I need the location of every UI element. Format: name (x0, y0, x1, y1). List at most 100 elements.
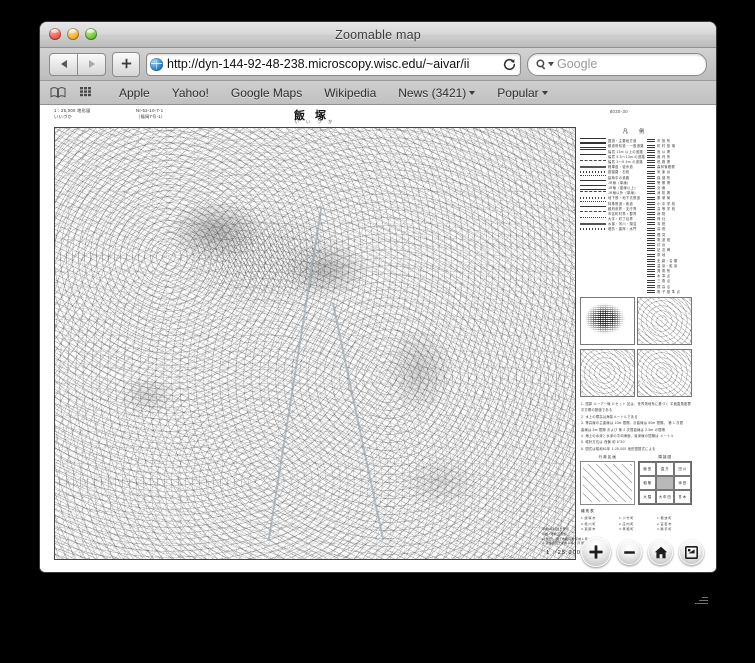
legend-symbol-icon (647, 185, 656, 190)
back-button[interactable] (49, 52, 77, 76)
bookmark-label: News (3421) (398, 85, 467, 100)
legend-row: 都府県界・支庁界 (580, 206, 645, 211)
legend-row: 大字・町丁目界 (580, 216, 645, 221)
map-sheet-header: 1 : 25,000 地形図 いいづか NI-52-10-7-1 （福岡7号-1… (48, 105, 700, 127)
legend-row: 標 高 点 (647, 284, 692, 289)
legend-symbol-icon (580, 149, 606, 153)
bookmark-label: Apple (119, 85, 150, 100)
legend-row: 庭園路・石段 (580, 170, 645, 174)
legend-symbol-icon (647, 159, 656, 164)
index-item: 2. 桂 川 町 (581, 521, 596, 526)
legend-symbol-icon (647, 258, 656, 262)
legend-symbol-icon (580, 196, 606, 200)
reload-icon[interactable] (503, 58, 516, 71)
bookmark-wikipedia[interactable]: Wikipedia (313, 86, 387, 100)
address-bar[interactable]: http://dyn-144-92-48-238.microscopy.wisc… (146, 52, 521, 76)
legend-symbol-icon (647, 170, 656, 174)
show-all-bookmarks-icon[interactable] (50, 87, 66, 98)
resize-grip[interactable] (694, 592, 708, 606)
legend-row: 税 務 署 (647, 159, 692, 164)
legend-symbol-icon (580, 154, 606, 158)
legend-row: 裁 判 所 (647, 154, 692, 159)
index-column: 1. 小 竹 町 2. 庄 内 町 3. 筑 穂 町 (619, 515, 653, 532)
forward-button[interactable] (77, 52, 106, 76)
top-sites-icon[interactable] (80, 87, 94, 98)
legend-row: 灯 台 (647, 242, 692, 247)
home-button[interactable] (648, 539, 673, 565)
index-item: 2. 庄 内 町 (619, 521, 634, 526)
search-placeholder: Google (557, 57, 598, 71)
topographic-map-sheet[interactable]: 1 : 25,000 地形図 いいづか NI-52-10-7-1 （福岡7号-1… (48, 105, 700, 560)
legend-row: 三 角 点 (647, 279, 692, 283)
zoom-button[interactable] (85, 28, 97, 40)
search-input[interactable]: Google (527, 52, 707, 76)
bookmark-google-maps[interactable]: Google Maps (220, 86, 313, 100)
legend-title: 凡 例 (622, 129, 650, 135)
fullpage-button[interactable] (679, 539, 704, 565)
legend-symbol-icon (647, 175, 656, 179)
bookmarks-bar: Apple Yahoo! Google Maps Wikipedia News … (40, 81, 716, 105)
legend-symbol-icon (580, 206, 606, 210)
map-note: 平方眼の数値である (581, 408, 613, 413)
zoom-in-button[interactable] (581, 537, 611, 567)
adjacent-title: 隣 接 図 (658, 454, 672, 459)
legend-row: 地下鉄・地下式鉄道 (580, 196, 645, 200)
map-subtitle: い い づ か (294, 119, 336, 124)
legend-row: 水 準 点 (647, 273, 692, 278)
bookmark-news[interactable]: News (3421) (387, 86, 486, 100)
legend-symbol-icon (647, 196, 656, 200)
bookmark-popular[interactable]: Popular (486, 86, 558, 100)
minus-icon (624, 550, 635, 554)
admin-title: 行 政 区 画 (598, 454, 616, 459)
legend-row: 市 役 所 (647, 139, 692, 143)
legend-symbol-icon (647, 242, 656, 247)
legend-symbol-icon (647, 227, 656, 231)
legend-symbol-icon (580, 184, 606, 190)
legend-symbol-icon (580, 211, 606, 215)
adjacent-cell: 添 田 (673, 475, 691, 490)
adjacent-sheet-grid: 飯 田直 方田 川稲 築 添 田大 隈大 牟 田甘 木 (637, 460, 692, 505)
page-content[interactable]: 1 : 25,000 地形図 いいづか NI-52-10-7-1 （福岡7号-1… (40, 105, 716, 572)
legend-symbol-icon (647, 232, 656, 236)
bookmark-yahoo[interactable]: Yahoo! (161, 86, 220, 100)
index-item: 3. 鞍 手 町 (657, 527, 672, 532)
legend-symbol-icon (647, 263, 656, 267)
legend-row: 発 電 所 (647, 268, 692, 273)
legend-symbol-icon (647, 139, 656, 143)
index-column: 1. 穂 波 町 2. 宮 若 市 3. 鞍 手 町 (657, 515, 691, 532)
window-titlebar[interactable]: Zoomable map (40, 22, 716, 48)
legend-row: 電 波 塔 (647, 237, 692, 242)
index-item: 3. 筑 穂 町 (619, 527, 634, 532)
legend-row: 警 察 署 (647, 180, 692, 185)
map-canvas[interactable] (54, 127, 576, 560)
legend-symbol-icon (580, 227, 606, 231)
browser-window: Zoomable map http://dyn-144-92-48-238.mi… (40, 22, 716, 572)
globe-icon (150, 57, 163, 71)
legend-symbol-icon (647, 284, 656, 288)
legend-symbol-icon (647, 144, 656, 148)
zoom-out-button[interactable] (617, 539, 642, 565)
legend-columns: 国道・主要地方道 都道府県道・一般道路 幅員 13m 以上の道路 幅員 5.5〜13m… (578, 138, 694, 294)
minimize-button[interactable] (67, 28, 79, 40)
legend-symbol-icon (580, 180, 606, 184)
index-item: 2. 宮 若 市 (657, 521, 672, 526)
close-button[interactable] (49, 28, 61, 40)
adjacent-cell: 大 隈 (638, 489, 656, 504)
bookmark-apple[interactable]: Apple (108, 86, 161, 100)
add-bookmark-button[interactable] (112, 51, 140, 77)
legend-row: 記 念 碑 (647, 248, 692, 252)
adjacent-cell: 直 方 (656, 461, 674, 476)
legend-symbol-icon (580, 143, 606, 149)
window-traffic-lights (49, 28, 97, 40)
legend-symbol-icon (647, 201, 656, 205)
legend-row: 幅員 5.5〜13m の道路 (580, 154, 645, 159)
legend-symbol-icon (647, 253, 656, 257)
adjacent-cell: 田 川 (673, 461, 691, 476)
map-legend-panel: 凡 例 国道・主要地方道 都道府県道・一般道路 幅員 13m 以上の道路 幅員 5.5… (578, 127, 694, 560)
legend-row: 市区町村界・郡界 (580, 211, 645, 216)
legend-row: 病 院 (647, 211, 692, 216)
map-inset-row (578, 297, 694, 346)
index-title: 種 別 表 (581, 508, 594, 513)
plus-icon (121, 58, 131, 68)
bookmark-label: Google Maps (230, 85, 303, 100)
